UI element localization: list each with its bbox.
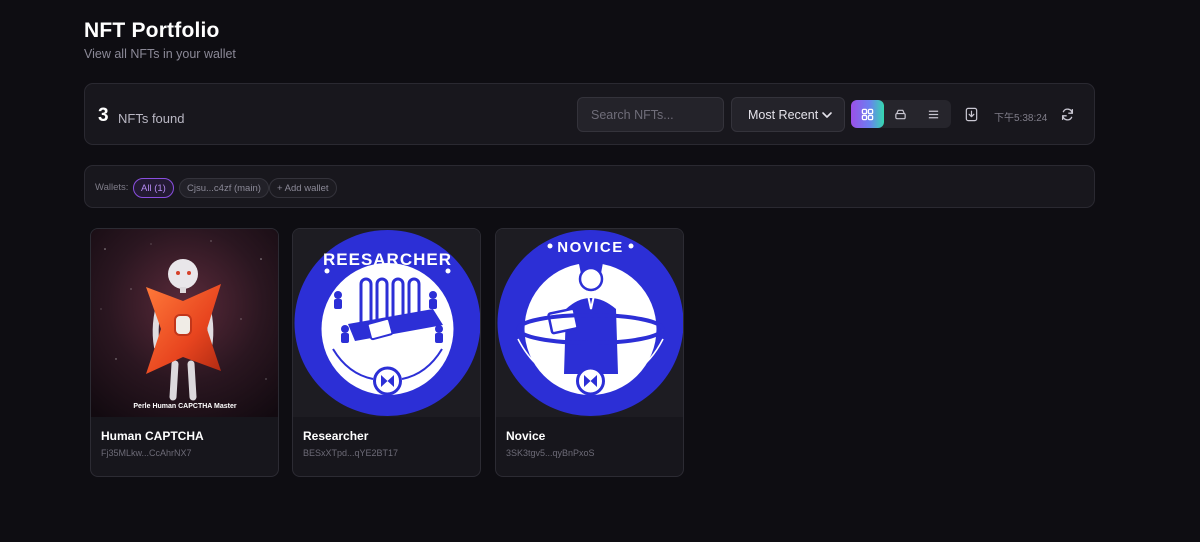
nft-image-caption: Perle Human CAPCTHA Master [133, 403, 236, 410]
nft-address: BESxXTpd...qYE2BT17 [303, 448, 399, 458]
refresh-icon [1061, 107, 1073, 121]
toolbar: 3 NFTs found Most Recent [84, 83, 1095, 145]
sort-select[interactable]: Most Recent [731, 97, 845, 132]
grid-view-button[interactable] [851, 100, 884, 128]
nft-address: 3SK3tgv5...qyBnPxoS [506, 448, 595, 458]
nft-image-novice: NOVICE [496, 229, 683, 417]
search-input[interactable] [577, 97, 724, 132]
wallet-chip-all[interactable]: All (1) [133, 178, 174, 198]
nft-address: Fj35MLkw...CcAhrNX7 [101, 448, 192, 458]
add-wallet-button[interactable]: + Add wallet [269, 178, 337, 198]
nft-card-human-captcha[interactable]: Perle Human CAPCTHA Master Human CAPTCHA… [90, 228, 279, 477]
list-view-icon [928, 110, 939, 118]
nft-name: Human CAPTCHA [101, 429, 204, 443]
nft-card-researcher[interactable]: REESARCHER Researcher BESxXTpd...qYE2BT1… [292, 228, 481, 477]
wallets-label: Wallets: [95, 182, 129, 193]
chevron-down-icon [822, 112, 832, 118]
gallery-view-icon [895, 109, 906, 119]
wallet-chip-main[interactable]: Cjsu...c4zf (main) [179, 178, 269, 198]
wallet-filter-bar: Wallets: All (1) Cjsu...c4zf (main) + Ad… [84, 165, 1095, 208]
refresh-button[interactable] [1057, 104, 1077, 124]
nft-count: 3 [98, 105, 109, 126]
gallery-view-button[interactable] [884, 100, 917, 128]
page-subtitle: View all NFTs in your wallet [84, 47, 236, 61]
nft-image-researcher: REESARCHER [293, 229, 480, 417]
nft-card-novice[interactable]: NOVICE Novice 3SK3tgv5...qyBnPxoS [495, 228, 684, 477]
list-view-button[interactable] [917, 100, 950, 128]
nft-image-human-captcha: Perle Human CAPCTHA Master [91, 229, 278, 417]
view-mode-toggle [851, 100, 951, 128]
nft-portfolio-page: NFT Portfolio View all NFTs in your wall… [0, 0, 1200, 542]
grid-view-icon [861, 108, 874, 120]
nft-name: Novice [506, 429, 546, 443]
export-button[interactable] [961, 104, 981, 124]
badge-title: REESARCHER [323, 250, 452, 269]
last-updated-time: 下午5:38:24 [994, 113, 1048, 124]
nft-name: Researcher [303, 429, 369, 443]
nft-count-label: NFTs found [118, 111, 185, 126]
download-icon [965, 107, 977, 121]
page-title: NFT Portfolio [84, 19, 220, 42]
sort-selected-label: Most Recent [748, 107, 819, 122]
